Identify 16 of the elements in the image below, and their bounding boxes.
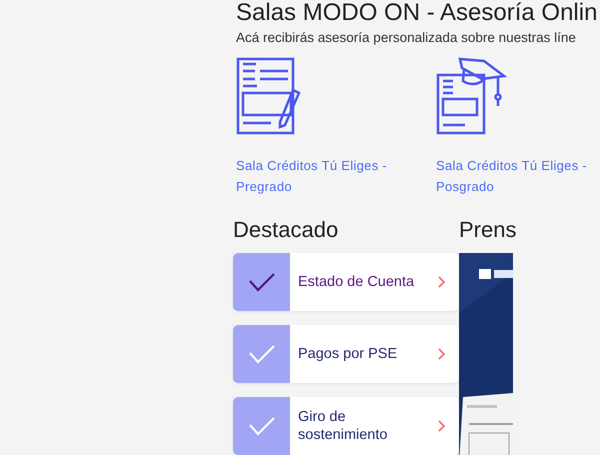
room-link[interactable]: Sala Créditos Tú Eliges - Posgrado [436, 155, 600, 197]
room-link[interactable]: Sala Créditos Tú Eliges - Pregrado [236, 155, 436, 197]
section-title: Destacado [233, 216, 340, 244]
featured-card[interactable]: Pagos por PSE [233, 325, 459, 383]
section-title: Prens [459, 216, 518, 244]
check-icon [248, 416, 276, 436]
featured-card[interactable]: Giro de sostenimiento [233, 397, 459, 455]
page-subtitle: Acá recibirás asesoría personalizada sobre nuestras líne [236, 30, 577, 45]
chevron-icon [438, 276, 445, 288]
check-icon [248, 344, 276, 364]
featured-card[interactable]: Estado de Cuenta [233, 253, 459, 311]
chevron-icon [438, 420, 445, 432]
chevron-icon [438, 348, 445, 360]
form-graduation-cap-icon [436, 57, 508, 137]
check-icon [248, 272, 276, 292]
page-title: Salas MODO ON - Asesoría Onlin [236, 0, 598, 26]
